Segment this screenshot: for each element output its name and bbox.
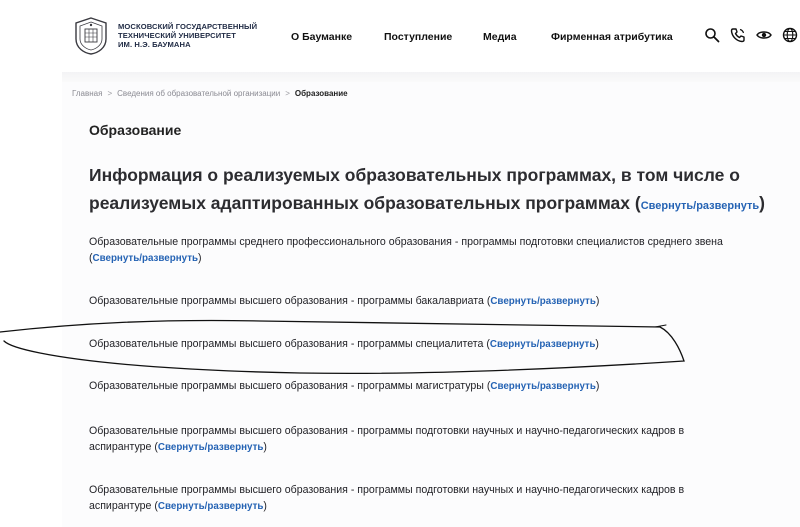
- site-header: МОСКОВСКИЙ ГОСУДАРСТВЕННЫЙ ТЕХНИЧЕСКИЙ У…: [0, 0, 800, 72]
- globe-icon[interactable]: [782, 27, 798, 43]
- logo-line: ИМ. Н.Э. БАУМАНА: [118, 40, 191, 49]
- program-item-spo: Образовательные программы среднего профе…: [89, 236, 723, 264]
- logo-line: МОСКОВСКИЙ ГОСУДАРСТВЕННЫЙ: [118, 22, 258, 31]
- program-title: Образовательные программы среднего профе…: [89, 236, 723, 248]
- program-title: Образовательные программы высшего образо…: [89, 380, 484, 392]
- program-toggle-link[interactable]: Свернуть/развернуть: [490, 339, 595, 350]
- program-item-postgraduate: Образовательные программы высшего образо…: [89, 425, 685, 453]
- program-toggle-link[interactable]: Свернуть/развернуть: [93, 253, 198, 264]
- breadcrumb-org-info[interactable]: Сведения об образовательной организации: [117, 89, 280, 98]
- breadcrumb-current: Образование: [294, 89, 348, 98]
- nav-item-merch[interactable]: Фирменная атрибутика: [551, 31, 673, 43]
- university-name[interactable]: МОСКОВСКИЙ ГОСУДАРСТВЕННЫЙ ТЕХНИЧЕСКИЙ У…: [118, 22, 258, 49]
- program-toggle-link[interactable]: Свернуть/развернуть: [158, 501, 263, 512]
- phone-icon[interactable]: [730, 27, 746, 43]
- header-shadow: [62, 72, 800, 82]
- program-item-master: Образовательные программы высшего образо…: [89, 380, 600, 392]
- logo-line: ТЕХНИЧЕСКИЙ УНИВЕРСИТЕТ: [118, 31, 236, 40]
- program-toggle-link[interactable]: Свернуть/развернуть: [490, 296, 595, 307]
- breadcrumb-home[interactable]: Главная: [72, 89, 102, 98]
- nav-item-media[interactable]: Медиа: [483, 31, 517, 43]
- program-toggle-link[interactable]: Свернуть/развернуть: [490, 381, 595, 392]
- program-toggle-link[interactable]: Свернуть/развернуть: [158, 442, 263, 453]
- breadcrumb: Главная > Сведения об образовательной орга…: [72, 89, 348, 98]
- page-title: Образование: [89, 122, 182, 138]
- eye-icon[interactable]: [756, 27, 772, 43]
- program-title: Образовательные программы высшего образо…: [89, 338, 484, 350]
- nav-item-about[interactable]: О Бауманке: [291, 31, 352, 43]
- program-item-specialist: Образовательные программы высшего образо…: [89, 338, 599, 350]
- nav-item-admission[interactable]: Поступление: [384, 31, 452, 43]
- program-item-postgraduate-2: Образовательные программы высшего образо…: [89, 484, 685, 512]
- section-toggle-link[interactable]: Свернуть/развернуть: [641, 200, 759, 212]
- breadcrumb-separator: >: [285, 89, 290, 98]
- search-icon[interactable]: [704, 27, 720, 43]
- university-crest-icon[interactable]: [74, 17, 108, 55]
- program-item-bachelor: Образовательные программы высшего образо…: [89, 295, 600, 307]
- program-title: Образовательные программы высшего образо…: [89, 295, 484, 307]
- breadcrumb-separator: >: [107, 89, 113, 98]
- section-title: Информация о реализуемых образовательных…: [89, 165, 765, 213]
